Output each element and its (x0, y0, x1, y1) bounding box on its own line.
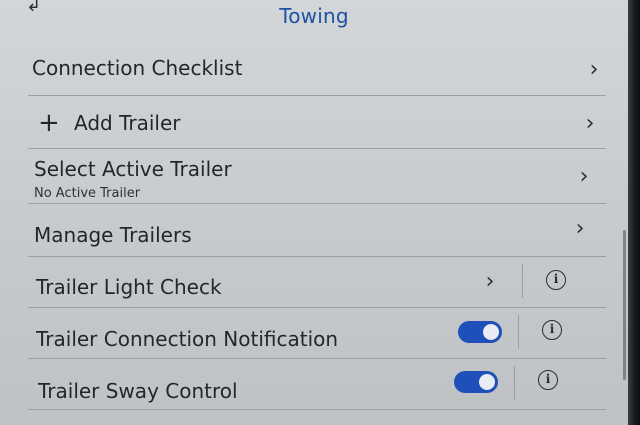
page-title: Towing (279, 4, 349, 28)
info-icon[interactable]: i (546, 270, 566, 290)
menu-item-label: Trailer Light Check (36, 275, 222, 299)
menu-item-trailer-light-check[interactable]: Trailer Light Check › i (28, 258, 606, 308)
scrollbar[interactable] (623, 230, 626, 380)
trailer-connection-notification-toggle[interactable] (458, 321, 502, 343)
menu-item-label: Trailer Sway Control (38, 379, 238, 403)
info-icon[interactable]: i (542, 320, 562, 340)
menu-item-connection-checklist[interactable]: Connection Checklist › (28, 44, 606, 96)
menu-item-manage-trailers[interactable]: Manage Trailers › (28, 205, 606, 257)
menu-item-label: Manage Trailers (34, 223, 192, 247)
trailer-sway-control-toggle[interactable] (454, 371, 498, 393)
menu-item-sublabel: No Active Trailer (34, 186, 141, 201)
menu-item-trailer-sway-control: Trailer Sway Control i (28, 360, 606, 410)
plus-icon: + (38, 108, 60, 138)
menu-item-trailer-connection-notification: Trailer Connection Notification i (28, 309, 606, 359)
header: ↲ Towing (0, 0, 628, 36)
chevron-right-icon: › (485, 269, 495, 294)
screen-bezel (628, 0, 640, 425)
chevron-right-icon: › (579, 164, 589, 189)
toggle-knob (479, 374, 495, 390)
menu-item-select-active-trailer[interactable]: Select Active Trailer No Active Trailer … (28, 150, 606, 204)
row-divider (514, 366, 515, 400)
menu-item-add-trailer[interactable]: + Add Trailer › (28, 97, 606, 149)
menu-item-label: Add Trailer (74, 111, 181, 135)
row-divider (522, 264, 523, 298)
chevron-right-icon: › (585, 111, 595, 136)
info-icon[interactable]: i (538, 370, 558, 390)
menu-item-label: Connection Checklist (32, 56, 243, 80)
menu-item-label: Trailer Connection Notification (36, 327, 339, 351)
towing-screen: ↲ Towing Connection Checklist › + Add Tr… (0, 0, 640, 425)
row-divider (518, 315, 519, 349)
toggle-knob (483, 324, 499, 340)
menu-item-label: Select Active Trailer (34, 157, 232, 181)
chevron-right-icon: › (589, 57, 599, 82)
chevron-right-icon: › (575, 216, 585, 241)
